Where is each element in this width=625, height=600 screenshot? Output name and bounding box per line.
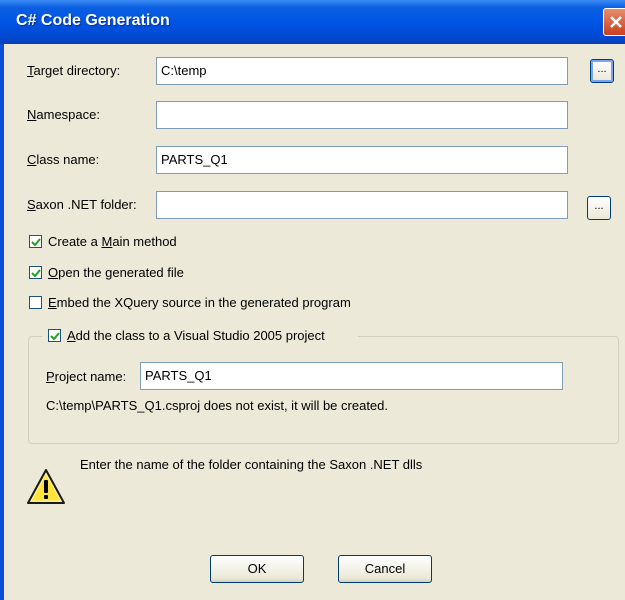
open-generated-file-label: Open the generated file — [48, 265, 184, 280]
project-status-text: C:\temp\PARTS_Q1.csproj does not exist, … — [46, 398, 388, 413]
warning-icon — [26, 468, 66, 511]
hint-text: Enter the name of the folder containing … — [80, 457, 423, 472]
saxon-folder-browse-button[interactable]: ... — [587, 196, 611, 220]
target-directory-label: Target directory: — [27, 63, 121, 78]
open-generated-file-checkbox[interactable] — [29, 266, 42, 279]
saxon-folder-input[interactable] — [156, 191, 568, 219]
namespace-label: Namespace: — [27, 107, 100, 122]
close-button[interactable] — [603, 8, 625, 36]
cancel-button[interactable]: Cancel — [338, 555, 432, 583]
window-frame — [0, 44, 4, 600]
saxon-folder-label: Saxon .NET folder: — [27, 197, 137, 212]
close-icon — [610, 16, 622, 28]
ok-button[interactable]: OK — [210, 555, 304, 583]
class-name-label: Class name: — [27, 152, 100, 167]
target-directory-input[interactable]: C:\temp — [156, 57, 568, 85]
project-name-label: Project name: — [46, 369, 127, 384]
class-name-input[interactable]: PARTS_Q1 — [156, 146, 568, 174]
checkmark-icon — [31, 238, 41, 247]
target-directory-browse-button[interactable]: ... — [590, 59, 614, 83]
embed-xquery-label: Embed the XQuery source in the generated… — [48, 295, 351, 310]
namespace-input[interactable] — [156, 101, 568, 129]
dialog-window: C# Code Generation Target directory: C:\… — [0, 0, 625, 600]
title-bar[interactable]: C# Code Generation — [0, 0, 625, 44]
add-to-project-label: Add the class to a Visual Studio 2005 pr… — [67, 328, 325, 343]
add-to-project-checkbox[interactable] — [48, 329, 61, 342]
add-to-project-option[interactable]: Add the class to a Visual Studio 2005 pr… — [42, 327, 358, 345]
project-name-input[interactable]: PARTS_Q1 — [140, 362, 563, 390]
checkmark-icon — [31, 269, 41, 278]
checkmark-icon — [50, 332, 60, 341]
embed-xquery-checkbox[interactable] — [29, 296, 42, 309]
create-main-method-checkbox[interactable] — [29, 235, 42, 248]
visual-studio-project-group — [28, 336, 619, 444]
create-main-method-label: Create a Main method — [48, 234, 177, 249]
window-title: C# Code Generation — [16, 12, 170, 29]
